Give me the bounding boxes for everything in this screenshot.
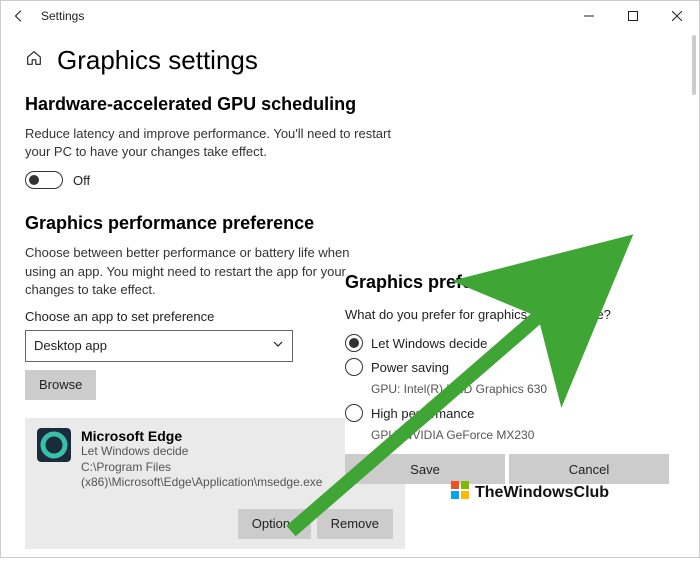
windows-logo-icon bbox=[451, 481, 469, 504]
radio-let-windows-decide[interactable]: Let Windows decide bbox=[345, 334, 675, 352]
graphics-preference-dialog: Graphics preference What do you prefer f… bbox=[345, 272, 675, 484]
window-title: Settings bbox=[41, 9, 84, 23]
cancel-button[interactable]: Cancel bbox=[509, 454, 669, 484]
settings-window: Settings Graphics settings Hardware-acce… bbox=[0, 0, 700, 558]
browse-button[interactable]: Browse bbox=[25, 370, 96, 400]
watermark-text: TheWindowsClub bbox=[475, 484, 609, 502]
gpu-scheduling-toggle[interactable] bbox=[25, 171, 63, 189]
radio-label: High performance bbox=[371, 406, 474, 421]
gpu-scheduling-desc: Reduce latency and improve performance. … bbox=[25, 125, 395, 161]
window-controls bbox=[567, 1, 699, 31]
high-performance-gpu: GPU: NVIDIA GeForce MX230 bbox=[371, 428, 675, 442]
edge-icon bbox=[37, 428, 71, 491]
dropdown-value: Desktop app bbox=[34, 338, 107, 353]
back-button[interactable] bbox=[7, 4, 31, 28]
perf-pref-heading: Graphics performance preference bbox=[25, 213, 405, 234]
radio-icon bbox=[345, 404, 363, 422]
remove-button[interactable]: Remove bbox=[317, 509, 393, 539]
radio-label: Power saving bbox=[371, 360, 449, 375]
save-button[interactable]: Save bbox=[345, 454, 505, 484]
radio-icon bbox=[345, 334, 363, 352]
minimize-button[interactable] bbox=[567, 1, 611, 31]
perf-pref-desc: Choose between better performance or bat… bbox=[25, 244, 365, 299]
power-saving-gpu: GPU: Intel(R) UHD Graphics 630 bbox=[371, 382, 675, 396]
gpu-scheduling-heading: Hardware-accelerated GPU scheduling bbox=[25, 94, 405, 115]
chevron-down-icon bbox=[272, 338, 284, 353]
options-button[interactable]: Options bbox=[238, 509, 311, 539]
dialog-question: What do you prefer for graphics performa… bbox=[345, 307, 675, 322]
gpu-scheduling-toggle-label: Off bbox=[73, 173, 90, 188]
radio-power-saving[interactable]: Power saving bbox=[345, 358, 675, 376]
page-header: Graphics settings bbox=[1, 31, 699, 86]
page-title: Graphics settings bbox=[57, 45, 258, 76]
app-type-dropdown[interactable]: Desktop app bbox=[25, 330, 293, 362]
maximize-button[interactable] bbox=[611, 1, 655, 31]
dialog-heading: Graphics preference bbox=[345, 272, 675, 293]
radio-high-performance[interactable]: High performance bbox=[345, 404, 675, 422]
radio-icon bbox=[345, 358, 363, 376]
radio-label: Let Windows decide bbox=[371, 336, 487, 351]
home-icon[interactable] bbox=[25, 49, 43, 72]
close-button[interactable] bbox=[655, 1, 699, 31]
watermark: TheWindowsClub bbox=[451, 481, 609, 504]
titlebar: Settings bbox=[1, 1, 699, 31]
